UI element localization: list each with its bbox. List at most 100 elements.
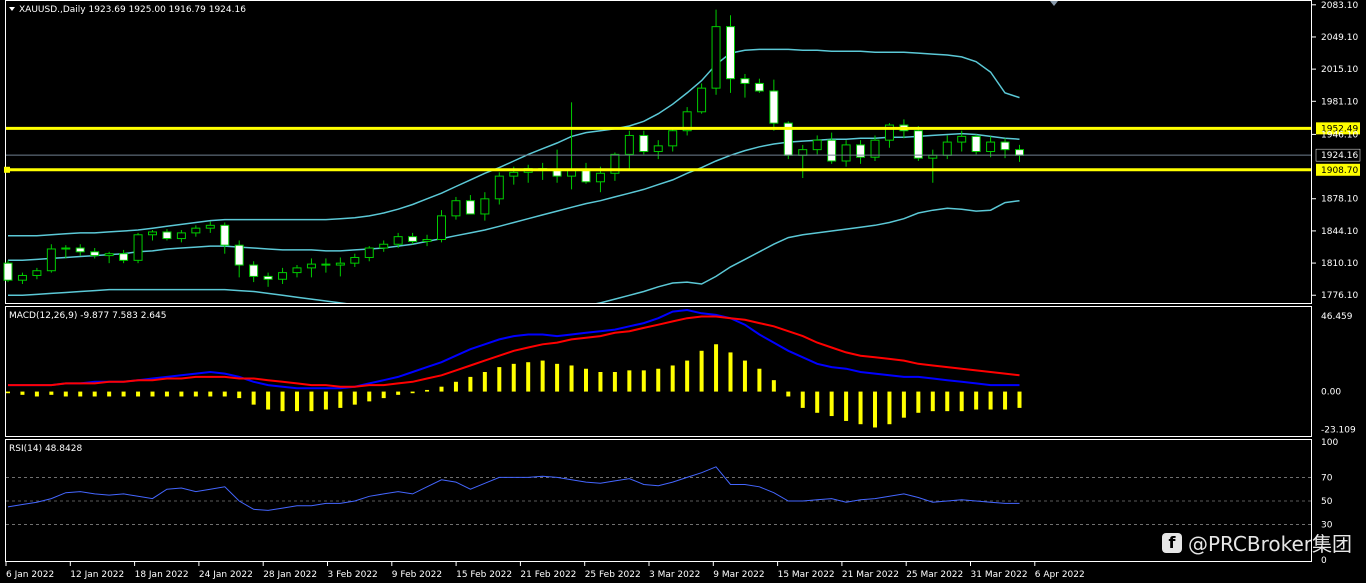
axes-layer: 2083.10 2049.10 2015.10 1981.10 1946.10 1878.… bbox=[5, 1, 1358, 580]
candle-body bbox=[798, 149, 808, 156]
macd-histogram-bar bbox=[453, 381, 458, 392]
macd-histogram-bar bbox=[974, 391, 979, 410]
trading-chart: XAUUSD.,Daily 1923.69 1925.00 1916.79 19… bbox=[3, 0, 1361, 580]
level-anchor-marker bbox=[4, 166, 10, 173]
macd-histogram-bar bbox=[251, 391, 256, 405]
candle-body bbox=[278, 272, 288, 280]
macd-histogram-bar bbox=[844, 391, 849, 421]
rsi-tick-label: 100 bbox=[1321, 438, 1338, 448]
macd-histogram-bar bbox=[627, 370, 632, 392]
candle-body bbox=[364, 247, 374, 258]
macd-histogram-bar bbox=[34, 391, 39, 397]
date-tick-label: 3 Feb 2022 bbox=[328, 570, 378, 580]
scroll-marker-icon[interactable] bbox=[1050, 1, 1058, 6]
candle-body bbox=[494, 175, 504, 200]
candle-body bbox=[769, 90, 779, 124]
candle-body bbox=[581, 169, 591, 183]
candle-body bbox=[668, 130, 678, 147]
macd-histogram-bar bbox=[136, 391, 141, 397]
candle-body bbox=[162, 231, 172, 240]
macd-histogram-bar bbox=[164, 391, 169, 397]
date-tick-label: 21 Mar 2022 bbox=[842, 570, 899, 580]
macd-histogram-bar bbox=[410, 391, 415, 394]
candle-body bbox=[234, 244, 244, 266]
candle-body bbox=[639, 134, 649, 153]
candle-body bbox=[957, 135, 967, 143]
macd-histogram-bar bbox=[771, 380, 776, 392]
macd-histogram-bar bbox=[800, 391, 805, 408]
candle-body bbox=[220, 224, 230, 246]
candle-body bbox=[104, 253, 114, 257]
macd-histogram-bar bbox=[858, 391, 863, 425]
candle-body bbox=[32, 270, 42, 276]
macd-tick-label: -23.109 bbox=[1321, 425, 1356, 435]
price-tick-label: 2049.10 bbox=[1321, 33, 1358, 43]
date-tick-label: 18 Jan 2022 bbox=[135, 570, 189, 580]
candle-body bbox=[942, 141, 952, 156]
candle-body bbox=[393, 236, 403, 245]
candle-body bbox=[595, 172, 605, 183]
candle-body bbox=[249, 264, 259, 277]
candle-body bbox=[711, 26, 721, 89]
macd-histogram-bar bbox=[757, 368, 762, 392]
macd-histogram-bar bbox=[815, 391, 820, 413]
date-tick-label: 31 Mar 2022 bbox=[971, 570, 1028, 580]
macd-histogram-bar bbox=[873, 391, 877, 428]
macd-histogram-bar bbox=[352, 391, 357, 405]
watermark: f @PRCBroker集团 bbox=[1161, 528, 1352, 557]
macd-histogram-bar bbox=[482, 372, 487, 392]
macd-histogram-bar bbox=[988, 391, 993, 410]
candle-body bbox=[46, 248, 56, 272]
symbol-header: XAUUSD.,Daily 1923.69 1925.00 1916.79 19… bbox=[19, 5, 246, 15]
macd-histogram-bar bbox=[309, 391, 314, 412]
macd-histogram-bar bbox=[179, 391, 184, 397]
bollinger-layer bbox=[8, 48, 1020, 303]
candle-body bbox=[567, 169, 577, 177]
macd-histogram-bar bbox=[468, 376, 473, 392]
candle-body bbox=[306, 263, 316, 269]
date-tick-label: 25 Mar 2022 bbox=[906, 570, 963, 580]
rsi-tick-label: 0 bbox=[1321, 556, 1327, 566]
macd-histogram-bar bbox=[92, 391, 97, 397]
price-tick-label: 2015.10 bbox=[1321, 65, 1358, 75]
watermark-text: @PRCBroker集团 bbox=[1187, 532, 1352, 556]
macd-histogram-bar bbox=[78, 391, 83, 397]
macd-histogram-bar bbox=[540, 360, 545, 392]
macd-histogram-bar bbox=[237, 391, 242, 399]
candle-body bbox=[509, 171, 519, 177]
macd-histogram-bar bbox=[107, 391, 112, 397]
macd-histogram-bar bbox=[193, 391, 198, 397]
price-tick-label: 1810.10 bbox=[1321, 259, 1358, 269]
candle-body bbox=[1015, 149, 1024, 156]
macd-histogram-bar bbox=[930, 391, 935, 412]
candle-body bbox=[870, 139, 880, 158]
candle-body bbox=[437, 215, 446, 241]
macd-histogram-bar bbox=[150, 391, 155, 397]
grid-layer bbox=[6, 477, 1311, 525]
candle-body bbox=[740, 78, 750, 84]
candle-body bbox=[422, 239, 432, 242]
macd-tick-label: 46.459 bbox=[1321, 312, 1353, 322]
macd-histogram-bar bbox=[641, 370, 646, 392]
macd-histogram-bar bbox=[63, 391, 68, 397]
macd-histogram-bar bbox=[396, 391, 401, 395]
candle-body bbox=[176, 232, 186, 240]
macd-histogram-bar bbox=[266, 391, 271, 410]
price-tick-label: 1981.10 bbox=[1321, 97, 1358, 107]
levels-layer: 1924.161952.491908.70 bbox=[4, 122, 1361, 176]
macd-histogram-bar bbox=[584, 368, 588, 392]
macd-histogram-bar bbox=[901, 391, 906, 418]
rsi-label: RSI(14) 48.8428 bbox=[9, 444, 82, 454]
macd-histogram-bar bbox=[280, 391, 285, 412]
collapse-triangle-icon[interactable] bbox=[9, 7, 15, 11]
candle-body bbox=[133, 234, 143, 261]
macd-histogram-bar bbox=[49, 391, 54, 395]
bollinger-upper-line bbox=[8, 48, 1020, 237]
macd-histogram-bar bbox=[742, 360, 747, 392]
rsi-line bbox=[7, 466, 1020, 511]
macd-histogram-bar bbox=[526, 362, 531, 392]
candle-body bbox=[90, 251, 100, 257]
candle-body bbox=[61, 247, 71, 250]
date-tick-label: 9 Feb 2022 bbox=[392, 570, 442, 580]
candle-body bbox=[480, 198, 490, 215]
